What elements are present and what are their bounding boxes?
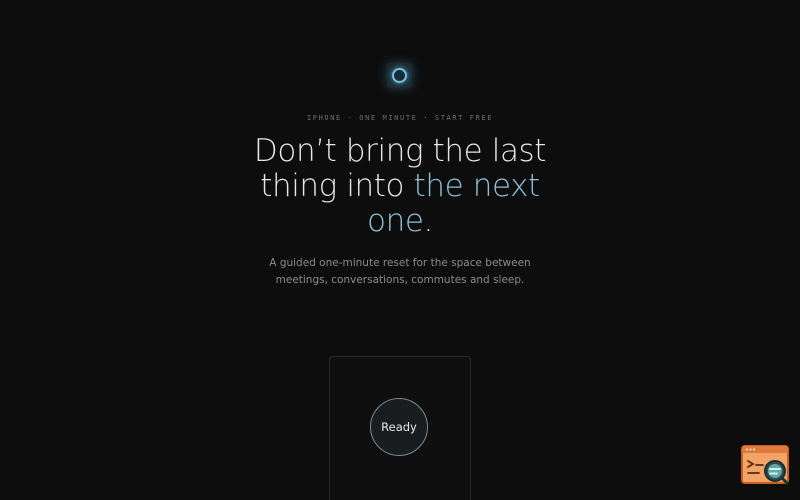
browser-search-icon[interactable] <box>741 445 790 487</box>
headline-period: . <box>423 203 434 239</box>
ready-button[interactable]: Ready <box>370 398 428 456</box>
app-logo-icon <box>387 63 412 88</box>
breathing-ring-icon <box>392 68 407 83</box>
headline: Don’t bring the last thing into the next… <box>250 134 550 239</box>
subheadline: A guided one-minute reset for the space … <box>269 257 531 286</box>
reset-card: Ready <box>329 356 471 500</box>
eyebrow-text: IPHONE · ONE MINUTE · START FREE <box>306 114 494 122</box>
browser-search-icon-graphic <box>741 445 789 485</box>
landing-page: IPHONE · ONE MINUTE · START FREE Don’t b… <box>0 0 800 500</box>
